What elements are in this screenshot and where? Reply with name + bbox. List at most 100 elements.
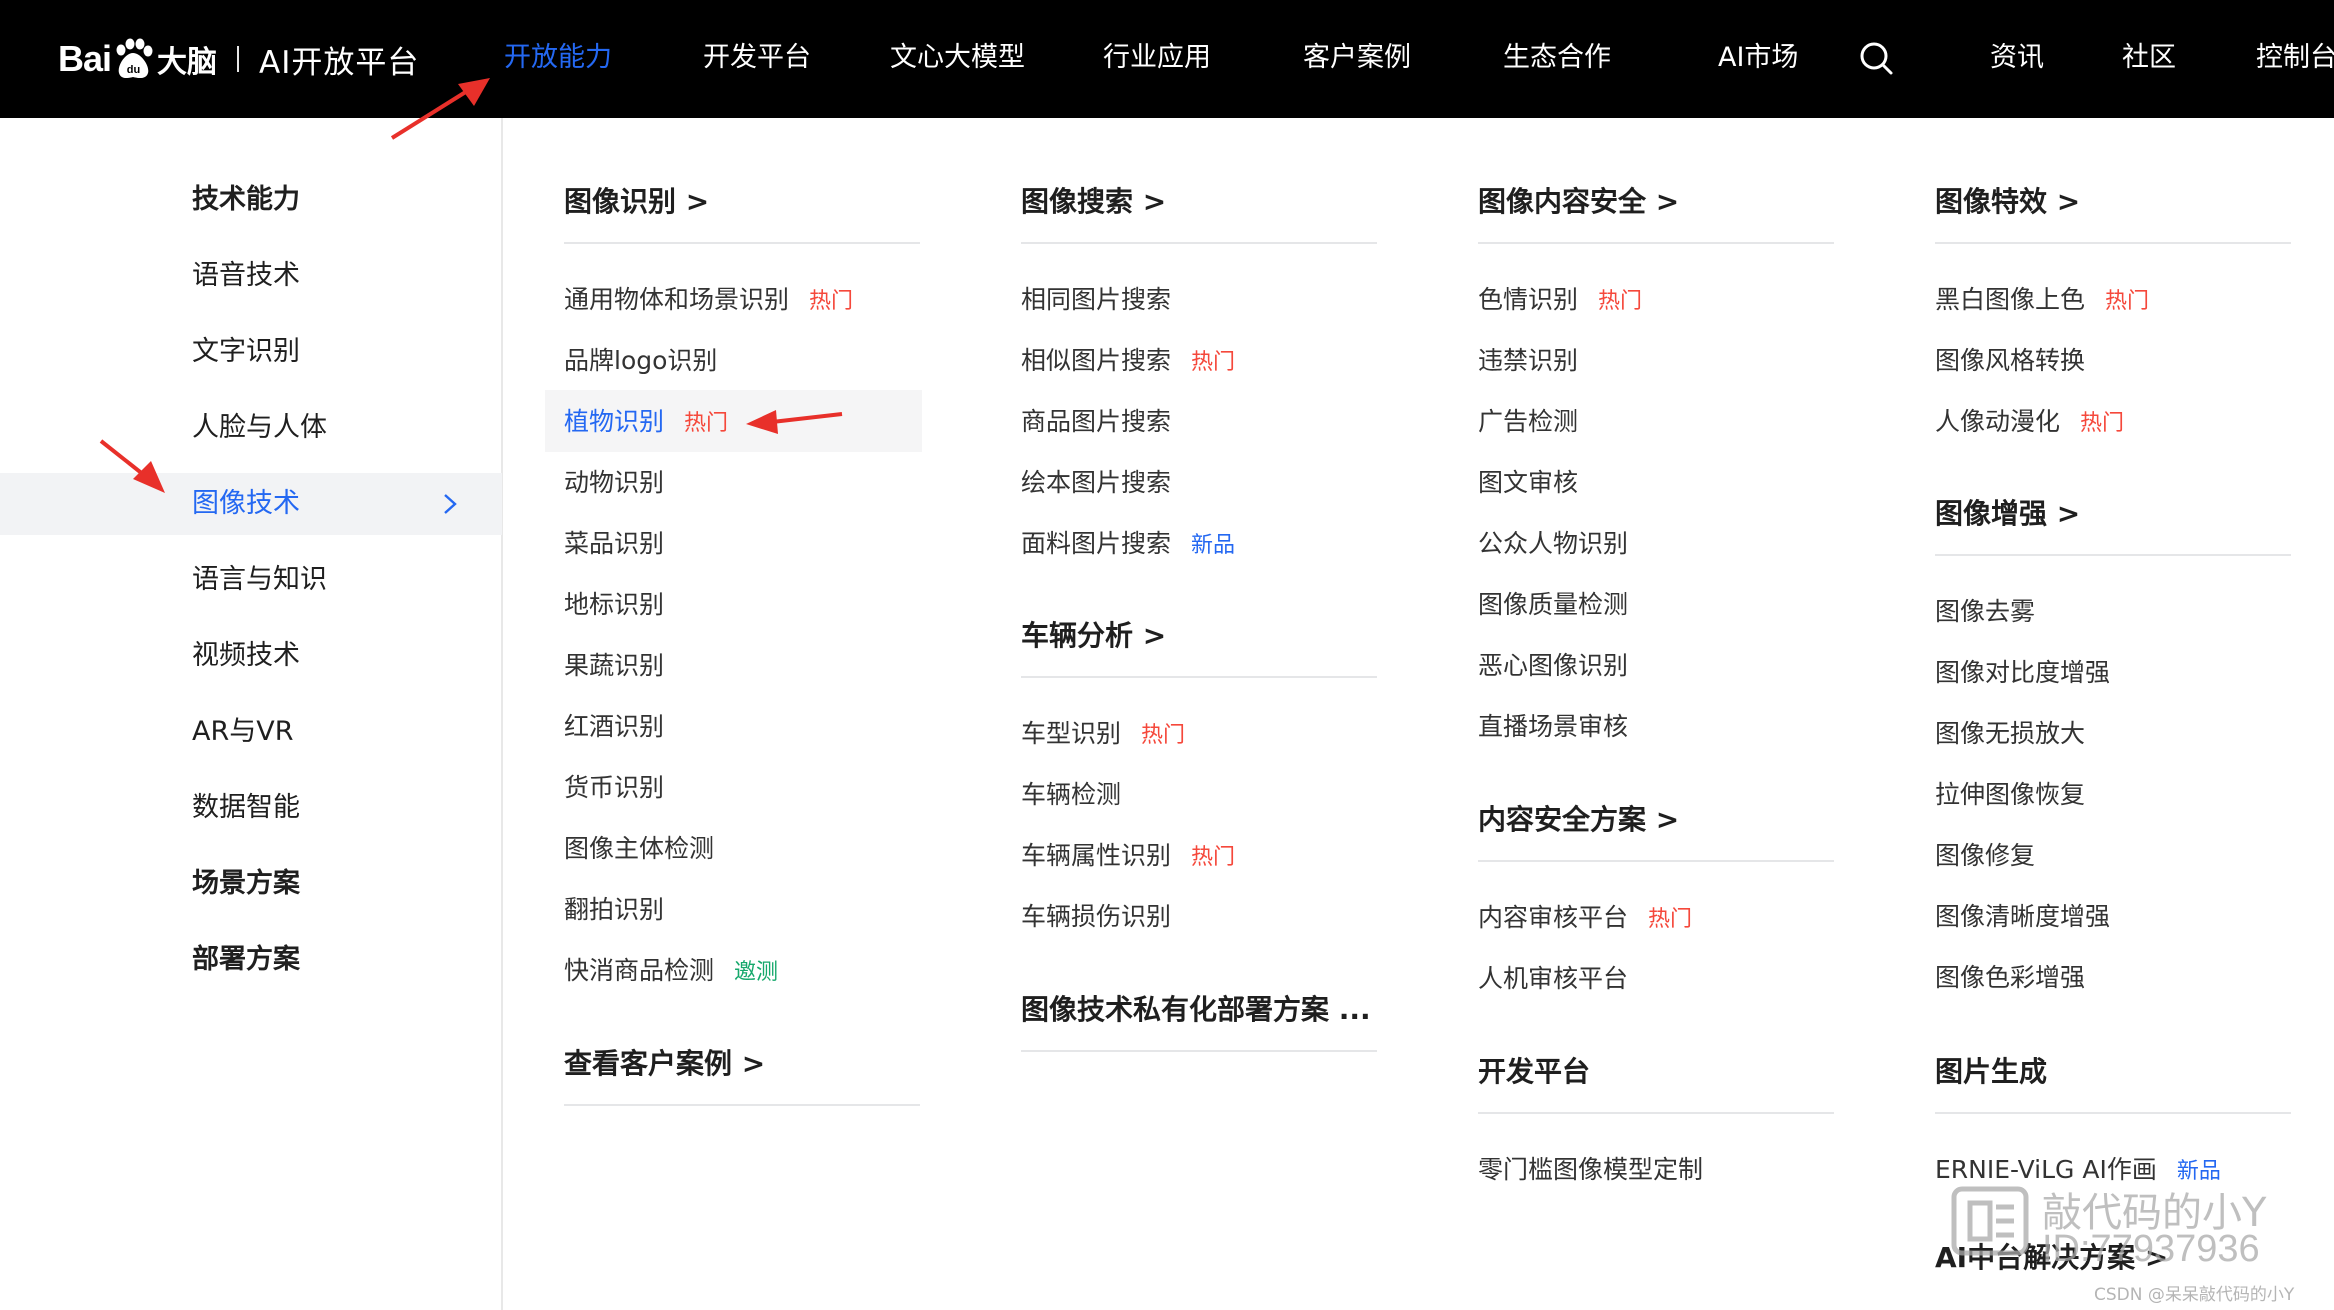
col1-item[interactable]: 地标识别 (564, 587, 664, 623)
col1-view-customer-cases-link[interactable]: 查看客户案例 > (564, 1042, 765, 1082)
col3-divider-2 (1478, 860, 1834, 862)
col4-item[interactable]: 图像去雾 (1935, 594, 2035, 630)
top-navigation-bar: Bai du 大脑 AI开放平台 开放能力 开发平台 文心大模型 行业应用 客户… (0, 0, 2334, 118)
col4-item[interactable]: 图像风格转换 (1935, 343, 2085, 379)
col4-item[interactable]: 图像色彩增强 (1935, 960, 2085, 996)
col1-item[interactable]: 红酒识别 (564, 709, 664, 745)
nav-ecosystem[interactable]: 生态合作 (1503, 36, 1611, 80)
nav-customer-cases[interactable]: 客户案例 (1303, 36, 1411, 80)
col3-item[interactable]: 内容审核平台 热门 (1478, 900, 1692, 936)
col1-item[interactable]: 菜品识别 (564, 526, 664, 562)
col4-title-image-enhancement[interactable]: 图像增强 > (1935, 492, 2080, 532)
hot-badge: 热门 (1598, 289, 1643, 314)
col4-item[interactable]: 图像无损放大 (1935, 716, 2085, 752)
col3-item[interactable]: 人机审核平台 (1478, 961, 1628, 997)
col2-item[interactable]: 车辆损伤识别 (1021, 899, 1171, 935)
hot-badge: 热门 (809, 289, 854, 314)
nav-wenxin-model[interactable]: 文心大模型 (890, 36, 1025, 80)
annotation-arrow-category (99, 439, 165, 493)
col1-divider (564, 242, 920, 244)
col4-divider (1935, 242, 2291, 244)
category-face-body[interactable]: 人脸与人体 (0, 397, 502, 459)
search-icon[interactable] (1858, 40, 1894, 76)
category-language-knowledge[interactable]: 语言与知识 (0, 549, 502, 611)
col1-item[interactable]: 货币识别 (564, 770, 664, 806)
col4-title-image-effects[interactable]: 图像特效 > (1935, 180, 2080, 220)
col2-divider (1021, 242, 1377, 244)
col3-item[interactable]: 广告检测 (1478, 404, 1578, 440)
col2-item[interactable]: 相同图片搜索 (1021, 282, 1171, 318)
col3-item[interactable]: 公众人物识别 (1478, 526, 1628, 562)
col3-item[interactable]: 图像质量检测 (1478, 587, 1628, 623)
baidu-paw-icon: du (116, 38, 153, 79)
category-deployment-solutions[interactable]: 部署方案 (0, 929, 502, 991)
col2-item[interactable]: 车型识别 热门 (1021, 716, 1185, 752)
col3-item[interactable]: 色情识别 热门 (1478, 282, 1642, 318)
col4-item[interactable]: 图像清晰度增强 (1935, 899, 2110, 935)
col3-item[interactable]: 零门槛图像模型定制 (1478, 1152, 1703, 1188)
annotation-arrow-plant (746, 410, 843, 434)
col1-item[interactable]: 通用物体和场景识别 热门 (564, 282, 853, 318)
nav-ai-market[interactable]: AI市场 (1718, 36, 1798, 80)
nav-open-capabilities[interactable]: 开放能力 (504, 36, 612, 80)
new-badge: 新品 (1191, 533, 1236, 558)
col3-divider (1478, 242, 1834, 244)
hot-badge: 热门 (2105, 289, 2150, 314)
nav-community[interactable]: 社区 (2122, 36, 2176, 80)
col1-item-plant-recognition[interactable]: 植物识别 热门 (564, 404, 728, 440)
col2-item[interactable]: 商品图片搜索 (1021, 404, 1171, 440)
col2-item[interactable]: 相似图片搜索 热门 (1021, 343, 1235, 379)
col2-item[interactable]: 车辆检测 (1021, 777, 1121, 813)
col1-item[interactable]: 快消商品检测 邀测 (564, 953, 778, 989)
category-tech-capabilities[interactable]: 技术能力 (0, 169, 502, 231)
col1-item[interactable]: 动物识别 (564, 465, 664, 501)
category-data-intelligence[interactable]: 数据智能 (0, 777, 502, 839)
col4-item[interactable]: 人像动漫化 热门 (1935, 404, 2124, 440)
col3-item[interactable]: 违禁识别 (1478, 343, 1578, 379)
col3-title-safety-solutions[interactable]: 内容安全方案 > (1478, 798, 1679, 838)
col1-title-image-recognition[interactable]: 图像识别 > (564, 180, 709, 220)
category-ocr[interactable]: 文字识别 (0, 321, 502, 383)
col2-private-deployment-link[interactable]: 图像技术私有化部署方案 ... (1021, 988, 1371, 1028)
col3-item[interactable]: 直播场景审核 (1478, 709, 1628, 745)
col2-item[interactable]: 面料图片搜索 新品 (1021, 526, 1235, 562)
col4-item[interactable]: 图像对比度增强 (1935, 655, 2110, 691)
logo-du-text: du (127, 64, 140, 76)
col1-item[interactable]: 品牌logo识别 (564, 343, 717, 379)
col4-title-image-generation[interactable]: 图片生成 (1935, 1050, 2047, 1090)
col1-item[interactable]: 翻拍识别 (564, 892, 664, 928)
col2-divider-2 (1021, 676, 1377, 678)
col2-item[interactable]: 车辆属性识别 热门 (1021, 838, 1235, 874)
col1-footer-divider (564, 1104, 920, 1106)
col2-title-image-search[interactable]: 图像搜索 > (1021, 180, 1166, 220)
col3-title-content-safety[interactable]: 图像内容安全 > (1478, 180, 1679, 220)
category-image-tech[interactable]: 图像技术 (0, 473, 502, 535)
category-ar-vr[interactable]: AR与VR (0, 701, 502, 763)
logo-separator (237, 46, 240, 72)
col4-item[interactable]: 黑白图像上色 热门 (1935, 282, 2149, 318)
category-speech[interactable]: 语音技术 (0, 245, 502, 307)
nav-industry-apps[interactable]: 行业应用 (1103, 36, 1211, 80)
col4-divider-3 (1935, 1112, 2291, 1114)
nav-console[interactable]: 控制台 (2256, 36, 2334, 80)
col1-item[interactable]: 果蔬识别 (564, 648, 664, 684)
logo-bai-text: Bai (58, 38, 112, 79)
nav-dev-platform[interactable]: 开发平台 (703, 36, 811, 80)
col3-title-dev-platform[interactable]: 开发平台 (1478, 1050, 1590, 1090)
col3-divider-3 (1478, 1112, 1834, 1114)
beta-badge: 邀测 (734, 960, 779, 985)
mega-menu-panel: 技术能力 语音技术 文字识别 人脸与人体 图像技术 语言与知识 视频技术 AR与… (0, 118, 2334, 1310)
col2-item[interactable]: 绘本图片搜索 (1021, 465, 1171, 501)
nav-news[interactable]: 资讯 (1990, 36, 2044, 80)
category-scenario-solutions[interactable]: 场景方案 (0, 853, 502, 915)
col4-item[interactable]: 图像修复 (1935, 838, 2035, 874)
category-image-tech-label: 图像技术 (192, 488, 300, 519)
col1-item[interactable]: 图像主体检测 (564, 831, 714, 867)
col2-title-vehicle-analysis[interactable]: 车辆分析 > (1021, 614, 1166, 654)
baidu-ai-logo[interactable]: Bai du 大脑 AI开放平台 (58, 34, 419, 84)
category-video[interactable]: 视频技术 (0, 625, 502, 687)
col3-item[interactable]: 恶心图像识别 (1478, 648, 1628, 684)
col3-item[interactable]: 图文审核 (1478, 465, 1578, 501)
chevron-right-icon (444, 494, 457, 514)
col4-item[interactable]: 拉伸图像恢复 (1935, 777, 2085, 813)
